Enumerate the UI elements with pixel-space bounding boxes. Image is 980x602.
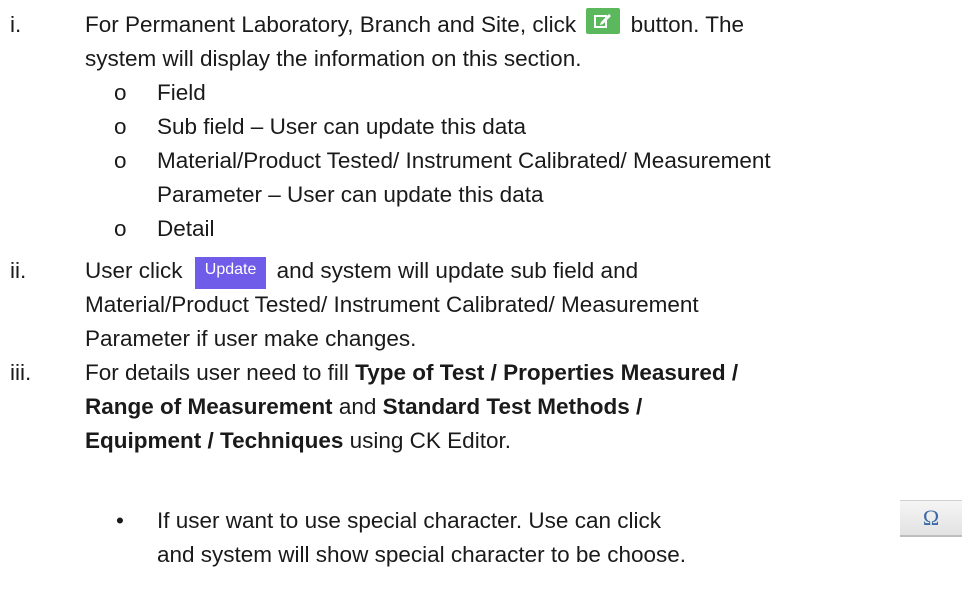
step-ii-number: ii. xyxy=(10,258,27,283)
step-iii-bold-standard: Standard Test Methods / xyxy=(382,394,643,419)
step-iii-text: For details user need to fill xyxy=(85,360,349,385)
note-line-1: If user want to use special character. U… xyxy=(157,508,661,533)
step-ii-line-3: Parameter if user make changes. xyxy=(85,326,417,351)
edit-button[interactable] xyxy=(586,8,621,34)
step-i-text-post: button. The xyxy=(630,12,745,37)
step-ii-line-1: User click Update and system will update… xyxy=(85,254,638,289)
sub-bullet: o xyxy=(114,114,127,139)
list-item-material: Material/Product Tested/ Instrument Cali… xyxy=(157,148,771,173)
step-iii-line-3: Equipment / Techniques using CK Editor. xyxy=(85,424,511,458)
edit-icon xyxy=(594,14,612,28)
step-iii-line-1: For details user need to fill Type of Te… xyxy=(85,356,738,390)
list-item-material-cont: Parameter – User can update this data xyxy=(157,182,544,207)
omega-icon: Ω xyxy=(922,505,940,530)
list-item-detail: Detail xyxy=(157,216,215,241)
step-iii-text-post: using CK Editor. xyxy=(349,428,511,453)
list-item-sub-field: Sub field – User can update this data xyxy=(157,114,526,139)
sub-bullet: o xyxy=(114,216,127,241)
special-character-button[interactable]: Ω xyxy=(900,500,962,537)
step-ii-text-pre: User click xyxy=(85,258,183,283)
step-i-text-pre: For Permanent Laboratory, Branch and Sit… xyxy=(85,12,577,37)
note-bullet: • xyxy=(116,508,124,533)
step-i-line-2: system will display the information on t… xyxy=(85,46,582,71)
update-button[interactable]: Update xyxy=(194,257,267,289)
sub-bullet: o xyxy=(114,148,127,173)
step-ii-text-post: and system will update sub field and xyxy=(276,258,639,283)
note-line-2: and system will show special character t… xyxy=(157,542,687,567)
list-item-field: Field xyxy=(157,80,206,105)
step-i-line-1: For Permanent Laboratory, Branch and Sit… xyxy=(85,8,744,42)
step-iii-bold-type-of-test: Type of Test / Properties Measured / xyxy=(355,360,739,385)
step-iii-line-2: Range of Measurement and Standard Test M… xyxy=(85,390,642,424)
step-i-number: i. xyxy=(10,12,22,37)
sub-bullet: o xyxy=(114,80,127,105)
step-iii-bold-range: Range of Measurement xyxy=(85,394,333,419)
step-iii-number: iii. xyxy=(10,360,32,385)
step-iii-and: and xyxy=(338,394,377,419)
step-iii-bold-equipment: Equipment / Techniques xyxy=(85,428,344,453)
step-ii-line-2: Material/Product Tested/ Instrument Cali… xyxy=(85,292,699,317)
